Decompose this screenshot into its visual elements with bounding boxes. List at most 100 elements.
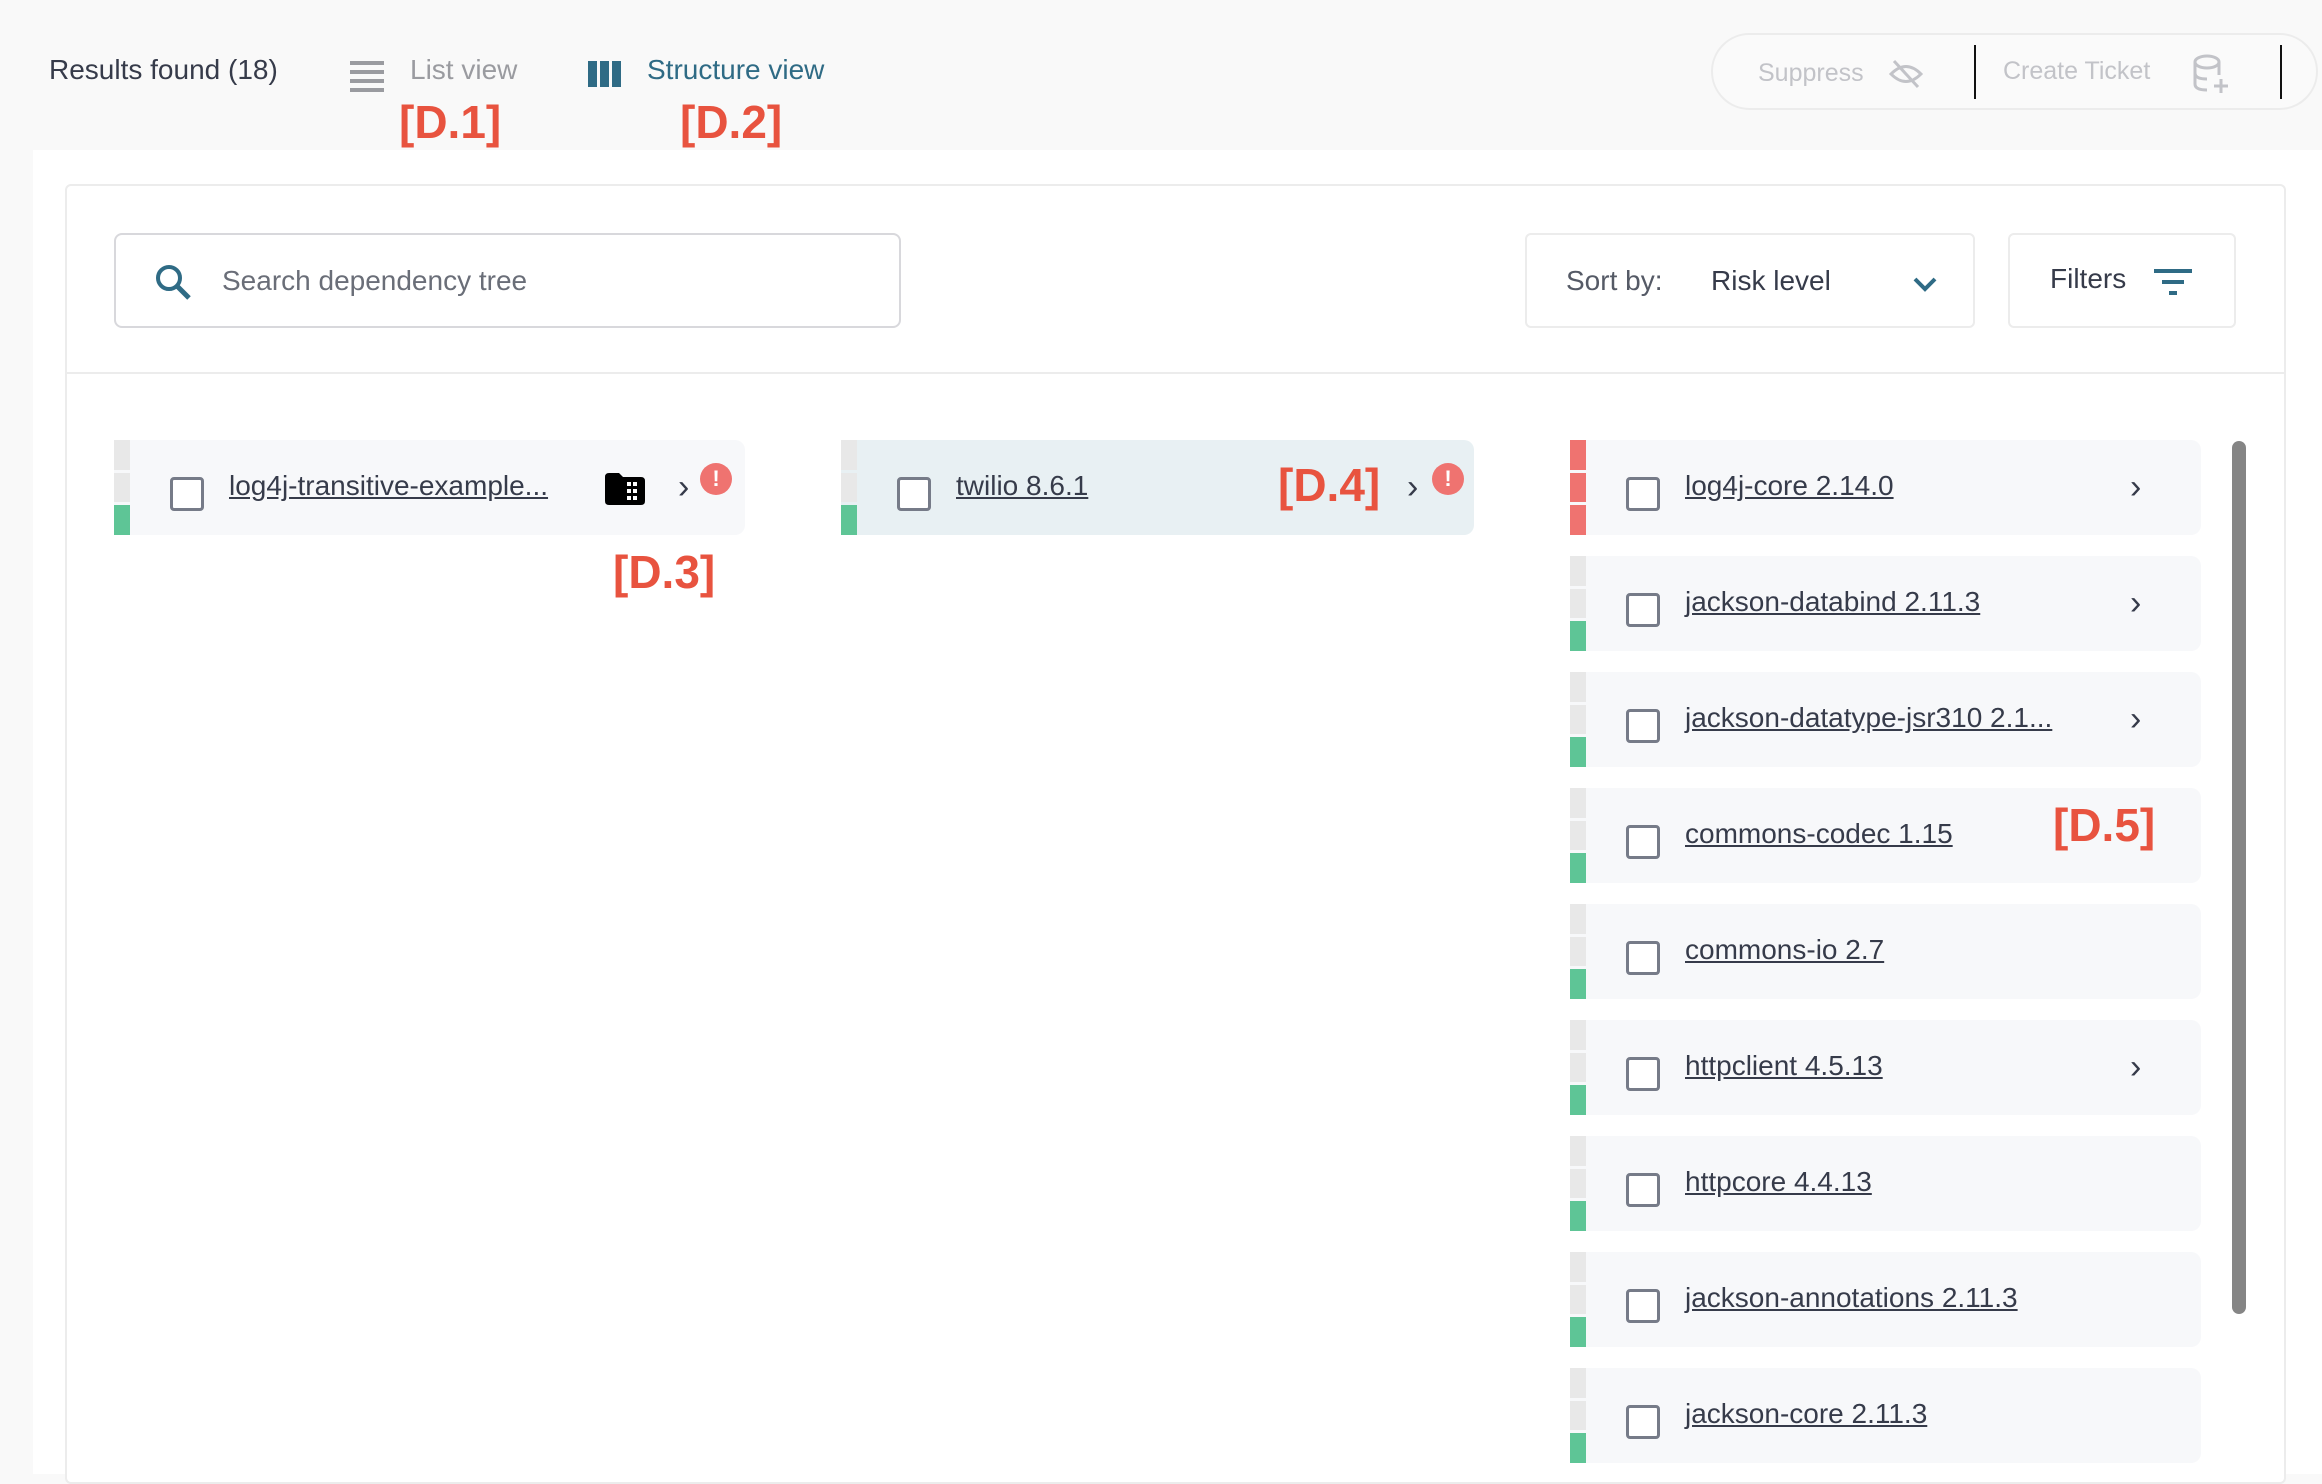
risk-segment [841,440,857,470]
risk-segment [114,505,130,536]
row-checkbox[interactable] [1626,1173,1660,1207]
dependency-row[interactable]: log4j-transitive-example... ›! [114,440,745,536]
alert-icon: ! [700,463,732,495]
dependency-link[interactable]: log4j-core 2.14.0 [1685,470,1894,502]
risk-indicator [1570,1252,1586,1348]
annotation-d5: [D.5] [2053,799,2156,851]
expand-chevron-icon[interactable]: › [678,468,689,507]
dependency-row[interactable]: jackson-core 2.11.3 [1570,1368,2201,1464]
risk-segment [1570,820,1586,851]
risk-segment [1570,1085,1586,1116]
row-checkbox[interactable] [897,477,931,511]
structure-view-tab[interactable]: Structure view [647,54,824,86]
risk-segment [1570,853,1586,884]
risk-segment [1570,588,1586,619]
dependency-link[interactable]: commons-codec 1.15 [1685,818,1953,850]
risk-indicator [841,440,857,536]
row-checkbox[interactable] [1626,477,1660,511]
row-checkbox[interactable] [1626,825,1660,859]
risk-segment [1570,1168,1586,1199]
dependency-link[interactable]: jackson-annotations 2.11.3 [1685,1282,2018,1314]
dependency-row[interactable]: jackson-annotations 2.11.3 [1570,1252,2201,1348]
row-checkbox[interactable] [1626,1289,1660,1323]
risk-segment [1570,621,1586,652]
dependency-link[interactable]: twilio 8.6.1 [956,470,1088,502]
risk-segment [1570,556,1586,586]
risk-segment [841,472,857,503]
risk-segment [1570,1400,1586,1431]
list-view-tab[interactable]: List view [410,54,517,86]
risk-indicator [1570,440,1586,536]
dependency-link[interactable]: httpcore 4.4.13 [1685,1166,1872,1198]
scrollbar[interactable] [2232,441,2246,1314]
expand-chevron-icon[interactable]: › [2130,1048,2141,1087]
risk-segment [1570,1020,1586,1050]
risk-segment [1570,904,1586,934]
dependency-link[interactable]: jackson-core 2.11.3 [1685,1398,1927,1430]
risk-segment [1570,1201,1586,1232]
sort-value: Risk level [1711,265,1831,296]
dependency-link[interactable]: commons-io 2.7 [1685,934,1884,966]
eye-slash-icon [1888,59,1924,89]
risk-segment [1570,440,1586,470]
dependency-link[interactable]: log4j-transitive-example... [229,470,548,502]
risk-indicator [114,440,130,536]
risk-indicator [1570,788,1586,884]
sort-label: Sort by: [1566,265,1663,296]
dependency-row[interactable]: httpcore 4.4.13 [1570,1136,2201,1232]
row-checkbox[interactable] [1626,1057,1660,1091]
risk-segment [1570,936,1586,967]
risk-segment [1570,704,1586,735]
risk-segment [841,505,857,536]
database-plus-icon [2193,54,2228,93]
structure-view-icon[interactable] [588,61,621,87]
create-ticket-button[interactable]: Create Ticket [2003,57,2150,86]
filters-button[interactable]: Filters [2008,233,2236,328]
risk-segment [1570,969,1586,1000]
dependency-row[interactable]: jackson-databind 2.11.3 › [1570,556,2201,652]
dependency-row[interactable]: jackson-datatype-jsr310 2.1... › [1570,672,2201,768]
row-checkbox[interactable] [1626,941,1660,975]
risk-segment [1570,737,1586,768]
expand-chevron-icon[interactable]: › [2130,468,2141,507]
dependency-link[interactable]: httpclient 4.5.13 [1685,1050,1883,1082]
dependency-link[interactable]: jackson-databind 2.11.3 [1685,586,1980,618]
row-checkbox[interactable] [1626,593,1660,627]
filter-icon [2154,269,2192,295]
risk-segment [1570,1284,1586,1315]
alert-icon: ! [1432,463,1464,495]
chevron-down-icon [1913,277,1937,292]
risk-segment [114,440,130,470]
bulk-actions-bar: Suppress Create Ticket [1711,33,2318,110]
risk-indicator [1570,672,1586,768]
sort-dropdown[interactable]: Sort by: Risk level [1525,233,1975,328]
list-view-icon[interactable] [350,61,384,92]
dependency-row[interactable]: httpclient 4.5.13 › [1570,1020,2201,1116]
risk-indicator [1570,556,1586,652]
risk-segment [1570,1433,1586,1464]
annotation-d2: [D.2] [680,96,783,148]
risk-segment [1570,472,1586,503]
suppress-button[interactable]: Suppress [1758,59,1864,88]
risk-indicator [1570,1136,1586,1232]
risk-indicator [1570,904,1586,1000]
expand-chevron-icon[interactable]: › [2130,700,2141,739]
dependency-link[interactable]: jackson-datatype-jsr310 2.1... [1685,702,2052,734]
search-input[interactable]: Search dependency tree [114,233,901,328]
dependency-row[interactable]: log4j-core 2.14.0 › [1570,440,2201,536]
risk-segment [1570,1136,1586,1166]
filters-label: Filters [2050,263,2127,294]
results-count: Results found (18) [49,54,278,85]
expand-chevron-icon[interactable]: › [1407,468,1418,507]
row-checkbox[interactable] [1626,1405,1660,1439]
search-icon [156,265,191,300]
risk-indicator [1570,1368,1586,1464]
risk-segment [1570,1317,1586,1348]
row-checkbox[interactable] [170,477,204,511]
risk-segment [1570,1368,1586,1398]
risk-segment [1570,672,1586,702]
expand-chevron-icon[interactable]: › [2130,584,2141,623]
dependency-row[interactable]: commons-io 2.7 [1570,904,2201,1000]
row-checkbox[interactable] [1626,709,1660,743]
annotation-d3: [D.3] [613,546,716,598]
